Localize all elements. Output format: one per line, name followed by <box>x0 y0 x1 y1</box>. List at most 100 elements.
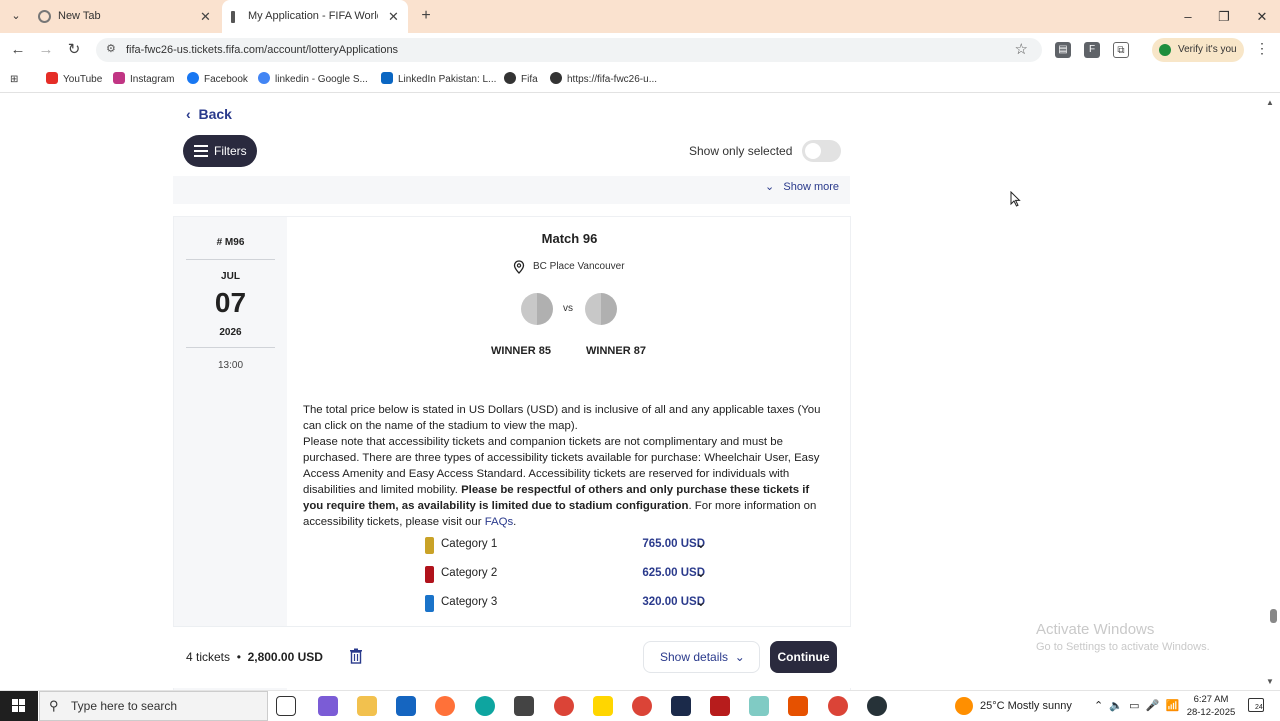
bookmarks-bar: ⊞ YouTube Instagram Facebook linkedin - … <box>0 67 1280 93</box>
forward-arrow-icon[interactable]: → <box>36 40 56 60</box>
chevron-down-icon[interactable]: ⌄ <box>695 593 707 610</box>
site-info-icon[interactable]: ⚙ <box>106 42 116 55</box>
task-view-icon[interactable] <box>276 696 296 716</box>
firefox-icon[interactable] <box>435 696 455 716</box>
bookmark-linkedin-pakistan[interactable]: LinkedIn Pakistan: L... <box>381 67 496 93</box>
fifa-favicon-icon <box>231 11 235 23</box>
category-color-swatch <box>425 566 434 583</box>
chrome-icon[interactable] <box>554 696 574 716</box>
edge-icon[interactable] <box>475 696 495 716</box>
category-label: Category 2 <box>441 567 498 579</box>
show-only-selected-toggle[interactable] <box>802 140 841 162</box>
bookmark-label: Instagram <box>130 74 175 85</box>
pricing-description: The total price below is stated in US Do… <box>303 402 828 530</box>
taskbar-search[interactable]: ⚲ Type here to search <box>39 691 268 721</box>
minimize-icon[interactable]: – <box>1170 0 1206 33</box>
maximize-icon[interactable]: ❐ <box>1206 0 1242 33</box>
close-tab-icon[interactable]: ✕ <box>200 0 211 33</box>
chevron-down-icon[interactable]: ⌄ <box>695 564 707 581</box>
file-explorer-icon[interactable] <box>357 696 377 716</box>
url-text[interactable]: fifa-fwc26-us.tickets.fifa.com/account/l… <box>126 38 398 62</box>
back-arrow-icon[interactable]: ← <box>8 40 28 60</box>
filters-button[interactable]: Filters <box>183 135 257 167</box>
tab-my-application[interactable]: My Application - FIFA World Cu ✕ <box>222 0 408 33</box>
faq-link[interactable]: FAQs <box>485 516 513 528</box>
divider <box>186 259 275 260</box>
bookmark-star-icon[interactable]: ☆ <box>1015 40 1028 58</box>
show-details-button[interactable]: Show details ⌄ <box>643 641 760 673</box>
category-row[interactable]: Category 1 765.00 USD ⌄ <box>425 535 725 555</box>
filezilla-icon[interactable] <box>710 696 730 716</box>
chrome-profile-icon[interactable] <box>632 696 652 716</box>
menu-kebab-icon[interactable]: ⋮ <box>1255 40 1269 57</box>
category-color-swatch <box>425 595 434 612</box>
address-bar[interactable]: ⚙ fifa-fwc26-us.tickets.fifa.com/account… <box>96 38 1042 62</box>
back-label: Back <box>198 106 232 122</box>
divider <box>186 347 275 348</box>
tab-new-tab[interactable]: New Tab ✕ <box>30 0 218 33</box>
taskbar-clock[interactable]: 6:27 AM 28-12-2025 <box>1186 691 1236 719</box>
bookmark-youtube[interactable]: YouTube <box>46 67 102 93</box>
store-icon[interactable] <box>514 696 534 716</box>
extension-f-icon[interactable]: F <box>1084 42 1100 58</box>
back-link[interactable]: ‹ Back <box>186 106 232 122</box>
bookmark-label: https://fifa-fwc26-u... <box>567 74 658 85</box>
verify-button[interactable]: Verify it's you <box>1152 38 1244 62</box>
windows-start-icon[interactable] <box>0 691 38 721</box>
category-label: Category 1 <box>441 538 498 550</box>
new-tab-plus-icon[interactable]: + <box>416 6 436 26</box>
clock-time: 6:27 AM <box>1193 694 1229 705</box>
venue-link[interactable]: BC Place Vancouver <box>533 261 625 272</box>
bookmark-label: Fifa <box>521 74 538 85</box>
extensions-puzzle-icon[interactable]: ⧉ <box>1113 42 1129 58</box>
weather-sun-icon[interactable] <box>955 697 973 715</box>
system-tray-icons[interactable]: ⌃ 🔈 ▭ 🎤 📶 <box>1094 691 1179 721</box>
scroll-up-arrow-icon[interactable]: ▲ <box>1266 98 1274 107</box>
desc-paragraph-1: The total price below is stated in US Do… <box>303 404 821 432</box>
category-row[interactable]: Category 3 320.00 USD ⌄ <box>425 593 725 613</box>
scrollbar-thumb[interactable] <box>1270 609 1277 623</box>
copilot-icon[interactable] <box>318 696 338 716</box>
checkout-footer: 4 tickets • 2,800.00 USD Show details ⌄ … <box>173 626 851 688</box>
apps-grid-icon[interactable]: ⊞ <box>10 67 18 93</box>
extension-icon[interactable]: ▤ <box>1055 42 1071 58</box>
globe-icon <box>504 72 516 84</box>
browser-toolbar: ← → ↻ ⚙ fifa-fwc26-us.tickets.fifa.com/a… <box>0 33 1280 67</box>
bookmark-label: linkedin - Google S... <box>275 74 368 85</box>
verify-label: Verify it's you <box>1178 44 1237 55</box>
clock-date: 28-12-2025 <box>1186 707 1236 718</box>
close-window-icon[interactable]: ✕ <box>1244 0 1280 33</box>
sticky-notes-icon[interactable] <box>593 696 613 716</box>
app-icon[interactable] <box>671 696 691 716</box>
trash-icon[interactable] <box>349 648 363 664</box>
app-icon[interactable] <box>867 696 887 716</box>
chrome-favicon-icon <box>38 10 51 23</box>
outlook-icon[interactable] <box>396 696 416 716</box>
reload-icon[interactable]: ↻ <box>64 40 84 60</box>
match-day: 07 <box>214 287 247 318</box>
category-row[interactable]: Category 2 625.00 USD ⌄ <box>425 564 725 584</box>
bookmark-fifa-url[interactable]: https://fifa-fwc26-u... <box>550 67 657 93</box>
bookmark-fifa[interactable]: Fifa <box>504 67 538 93</box>
chrome-icon[interactable] <box>828 696 848 716</box>
profile-avatar-icon <box>1159 44 1171 56</box>
bookmark-facebook[interactable]: Facebook <box>187 67 248 93</box>
bookmark-linkedin-google[interactable]: linkedin - Google S... <box>258 67 368 93</box>
tab-search-chevron-icon[interactable]: ⌄ <box>6 6 26 26</box>
weather-text[interactable]: 25°C Mostly sunny <box>980 691 1072 721</box>
activate-windows-watermark: Activate Windows <box>1036 621 1155 638</box>
bookmark-instagram[interactable]: Instagram <box>113 67 174 93</box>
close-tab-icon[interactable]: ✕ <box>388 0 399 33</box>
notification-icon[interactable]: 24 <box>1248 698 1264 712</box>
continue-button[interactable]: Continue <box>770 641 837 673</box>
chevron-left-icon: ‹ <box>186 106 199 122</box>
scroll-down-arrow-icon[interactable]: ▼ <box>1266 677 1274 686</box>
category-price: 625.00 USD <box>642 567 705 579</box>
category-price: 320.00 USD <box>642 596 705 608</box>
show-more-link[interactable]: ⌄ Show more <box>765 180 839 193</box>
chevron-down-icon[interactable]: ⌄ <box>695 535 707 552</box>
xampp-icon[interactable] <box>788 696 808 716</box>
mouse-cursor-icon <box>1010 191 1021 207</box>
instagram-icon <box>113 72 125 84</box>
app-icon[interactable] <box>749 696 769 716</box>
